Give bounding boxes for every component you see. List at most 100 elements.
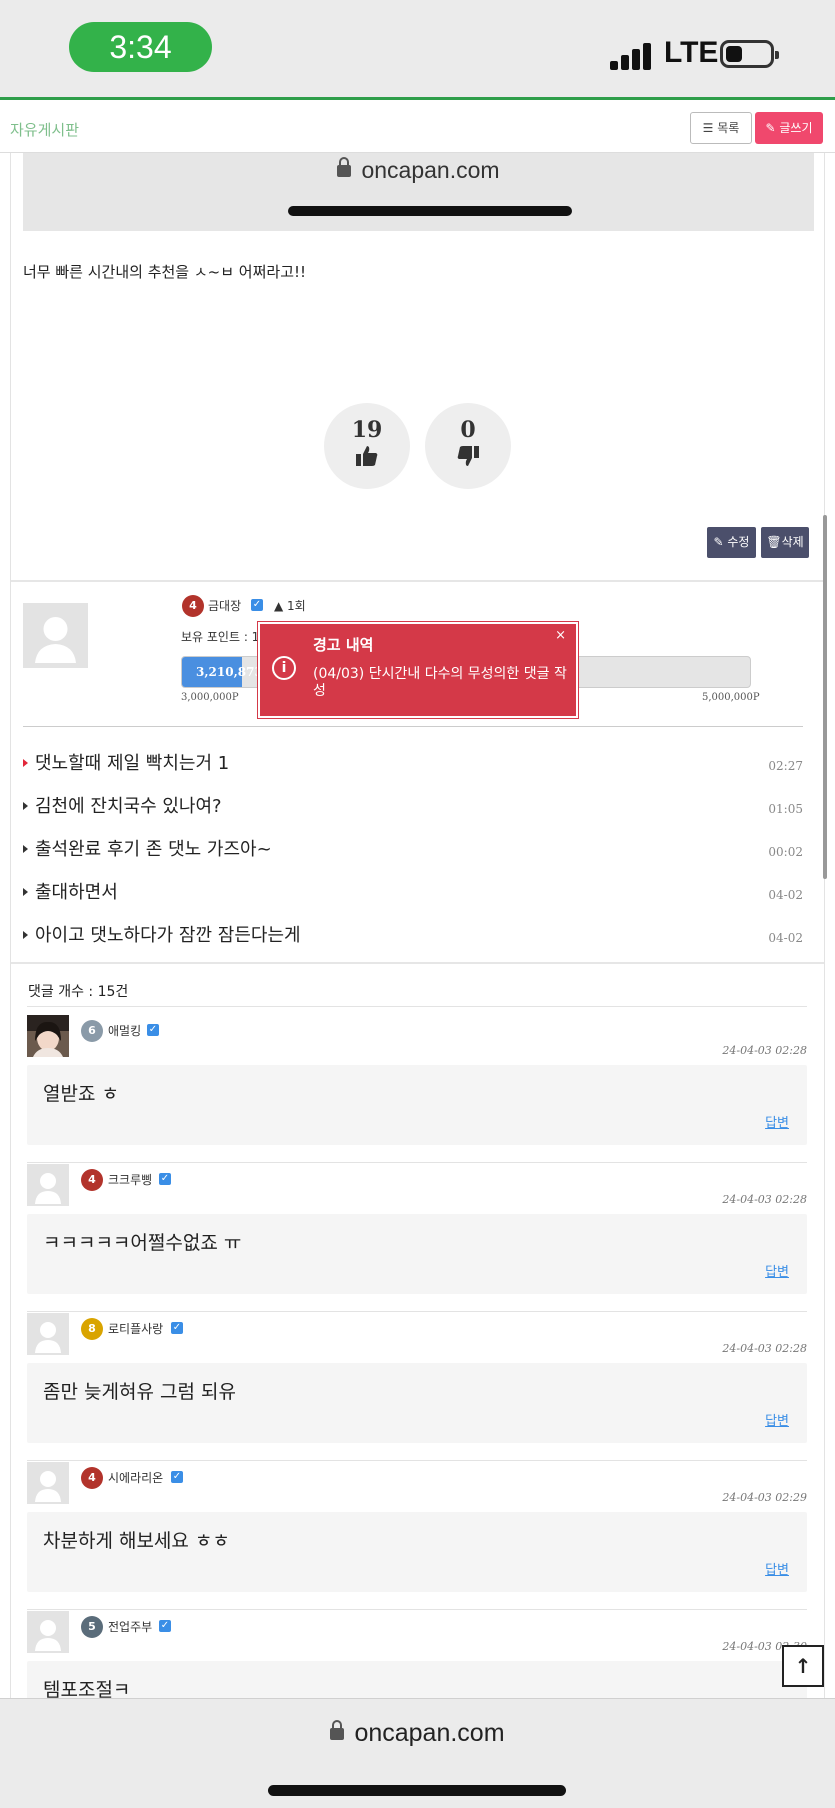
related-post-title[interactable]: 출대하면서 [35, 878, 118, 904]
delete-button-label: 삭제 [781, 535, 804, 549]
lock-icon [337, 157, 352, 177]
browser-bottom-bar: oncapan.com [0, 1698, 835, 1808]
comment-divider [27, 1311, 807, 1312]
commenter-name[interactable]: 시에라리온 [108, 1469, 163, 1486]
edit-button-label: 수정 [727, 535, 750, 549]
level-badge: 4 [81, 1467, 103, 1489]
board-header: 자유게시판 ☰ 목록 ✎ 글쓰기 [0, 103, 835, 153]
board-title[interactable]: 자유게시판 [10, 119, 79, 140]
divider [11, 962, 824, 964]
comment-divider [27, 1609, 807, 1610]
toast-close-button[interactable]: × [555, 628, 566, 643]
scrollbar[interactable] [823, 515, 827, 879]
write-button[interactable]: ✎ 글쓰기 [755, 112, 823, 144]
comment-text: ㅋㅋㅋㅋㅋ어쩔수없죠 ㅠ [43, 1232, 242, 1254]
post-body-text: 너무 빠른 시간내의 추천을 ㅅ~ㅂ 어쩌라고!! [23, 263, 307, 281]
verified-icon: ✓ [147, 1024, 159, 1036]
level-badge: 8 [81, 1318, 103, 1340]
points-label: 보유 포인트 : 1 [181, 630, 260, 644]
bullet-icon [23, 931, 28, 939]
related-post-time: 02:27 [768, 759, 803, 773]
comment-text: 좀만 늦게혀유 그럼 되유 [43, 1381, 236, 1403]
post-content: oncapan.com 너무 빠른 시간내의 추천을 ㅅ~ㅂ 어쩌라고!! 19… [10, 153, 825, 1698]
related-post-time: 04-02 [768, 888, 803, 902]
related-post-time: 01:05 [768, 802, 803, 816]
commenter-name[interactable]: 크크루삥 [108, 1171, 152, 1188]
related-post-item[interactable]: 출대하면서 04-02 [23, 870, 803, 913]
comment-text: 템포조절ㅋ [43, 1679, 131, 1698]
home-indicator [268, 1785, 566, 1796]
url-bar[interactable]: oncapan.com [0, 1719, 835, 1748]
thumbs-up-icon [356, 446, 378, 466]
bullet-icon [23, 888, 28, 896]
related-posts-list: 댓노할때 제일 빡치는거 1 02:27 김천에 잔치국수 있나여? 01:05 출석완… [23, 741, 803, 956]
dislike-button[interactable]: 0 [425, 403, 511, 489]
reply-link[interactable]: 답변 [765, 1261, 789, 1280]
comment-item: 4 시에라리온 ✓ 24-04-03 02:29 차분하게 해보세요 ㅎㅎ 답변 [27, 1462, 807, 1610]
comment-divider [27, 1162, 807, 1163]
signal-icon [610, 40, 654, 70]
comment-divider [27, 1460, 807, 1461]
related-post-time: 00:02 [768, 845, 803, 859]
reply-link[interactable]: 답변 [765, 1410, 789, 1429]
author-name[interactable]: 금대장 [208, 597, 241, 614]
embedded-home-indicator [288, 206, 572, 216]
arrow-up-icon: ↑ [794, 1654, 812, 1678]
commenter-avatar [27, 1462, 69, 1504]
battery-icon [720, 40, 779, 68]
delete-button[interactable]: 🗑삭제 [761, 527, 809, 558]
reply-link[interactable]: 답변 [765, 1112, 789, 1131]
embedded-screenshot: oncapan.com [23, 153, 814, 231]
lock-icon [330, 1720, 345, 1740]
status-bar: 3:34 LTE [0, 0, 835, 100]
warning-count-label: 1회 [287, 599, 306, 613]
comment-item: 5전업주부✓24-04-03 02:30템포조절ㅋ답변 [27, 1611, 807, 1698]
verified-icon: ✓ [159, 1620, 171, 1632]
commenter-name[interactable]: 로티플사랑 [108, 1320, 163, 1337]
commenter-name[interactable]: 애멀킹 [108, 1022, 141, 1039]
reply-link[interactable]: 답변 [765, 1559, 789, 1578]
like-count: 19 [351, 417, 383, 443]
comment-text: 차분하게 해보세요 ㅎㅎ [43, 1530, 230, 1552]
commenter-avatar [27, 1015, 69, 1057]
comment-body: ㅋㅋㅋㅋㅋ어쩔수없죠 ㅠ 답변 [27, 1214, 807, 1294]
level-badge: 4 [81, 1169, 103, 1191]
trash-icon: 🗑 [766, 535, 782, 549]
warning-count[interactable]: ▲ 1회 [274, 597, 306, 614]
warning-icon: ▲ [274, 599, 288, 613]
like-button[interactable]: 19 [324, 403, 410, 489]
related-post-item[interactable]: 아이고 댓노하다가 잠깐 잠든다는게 04-02 [23, 913, 803, 956]
related-post-item[interactable]: 댓노할때 제일 빡치는거 1 02:27 [23, 741, 803, 784]
comment-body: 좀만 늦게혀유 그럼 되유답변 [27, 1363, 807, 1443]
verified-icon: ✓ [159, 1173, 171, 1185]
edit-icon: ✎ [713, 535, 728, 549]
commenter-name[interactable]: 전업주부 [108, 1618, 152, 1635]
related-post-title[interactable]: 출석완료 후기 존 댓노 가즈아~ [35, 835, 272, 861]
verified-icon: ✓ [251, 599, 263, 611]
list-button-label: 목록 [717, 121, 740, 135]
write-button-label: 글쓰기 [779, 121, 813, 135]
comment-date: 24-04-03 02:28 [722, 1044, 807, 1057]
scroll-to-top-button[interactable]: ↑ [782, 1645, 824, 1687]
comment-item: 8 로티플사랑 ✓ 24-04-03 02:28 좀만 늦게혀유 그럼 되유 답변 [27, 1313, 807, 1461]
comment-item: 6 애멀킹 ✓ 24-04-03 02:28 열받죠 ㅎ 답변 [27, 1015, 807, 1163]
points-value: 3,210,873 [196, 665, 263, 679]
related-post-title[interactable]: 김천에 잔치국수 있나여? [35, 792, 222, 818]
comment-text: 열받죠 ㅎ [43, 1083, 119, 1105]
bullet-icon [23, 759, 28, 767]
bullet-icon [23, 845, 28, 853]
related-post-item[interactable]: 출석완료 후기 존 댓노 가즈아~ 00:02 [23, 827, 803, 870]
edit-button[interactable]: ✎ 수정 [707, 527, 756, 558]
toast-title: 경고 내역 [313, 636, 374, 654]
level-badge: 5 [81, 1616, 103, 1638]
list-button[interactable]: ☰ 목록 [690, 112, 752, 144]
commenter-avatar [27, 1313, 69, 1355]
pencil-icon: ✎ [765, 121, 780, 135]
commenter-avatar [27, 1611, 69, 1653]
related-post-item[interactable]: 김천에 잔치국수 있나여? 01:05 [23, 784, 803, 827]
related-post-title[interactable]: 아이고 댓노하다가 잠깐 잠든다는게 [35, 921, 301, 947]
divider [23, 726, 803, 727]
related-post-title[interactable]: 댓노할때 제일 빡치는거 1 [35, 749, 229, 775]
network-label: LTE [664, 36, 719, 69]
related-post-time: 04-02 [768, 931, 803, 945]
